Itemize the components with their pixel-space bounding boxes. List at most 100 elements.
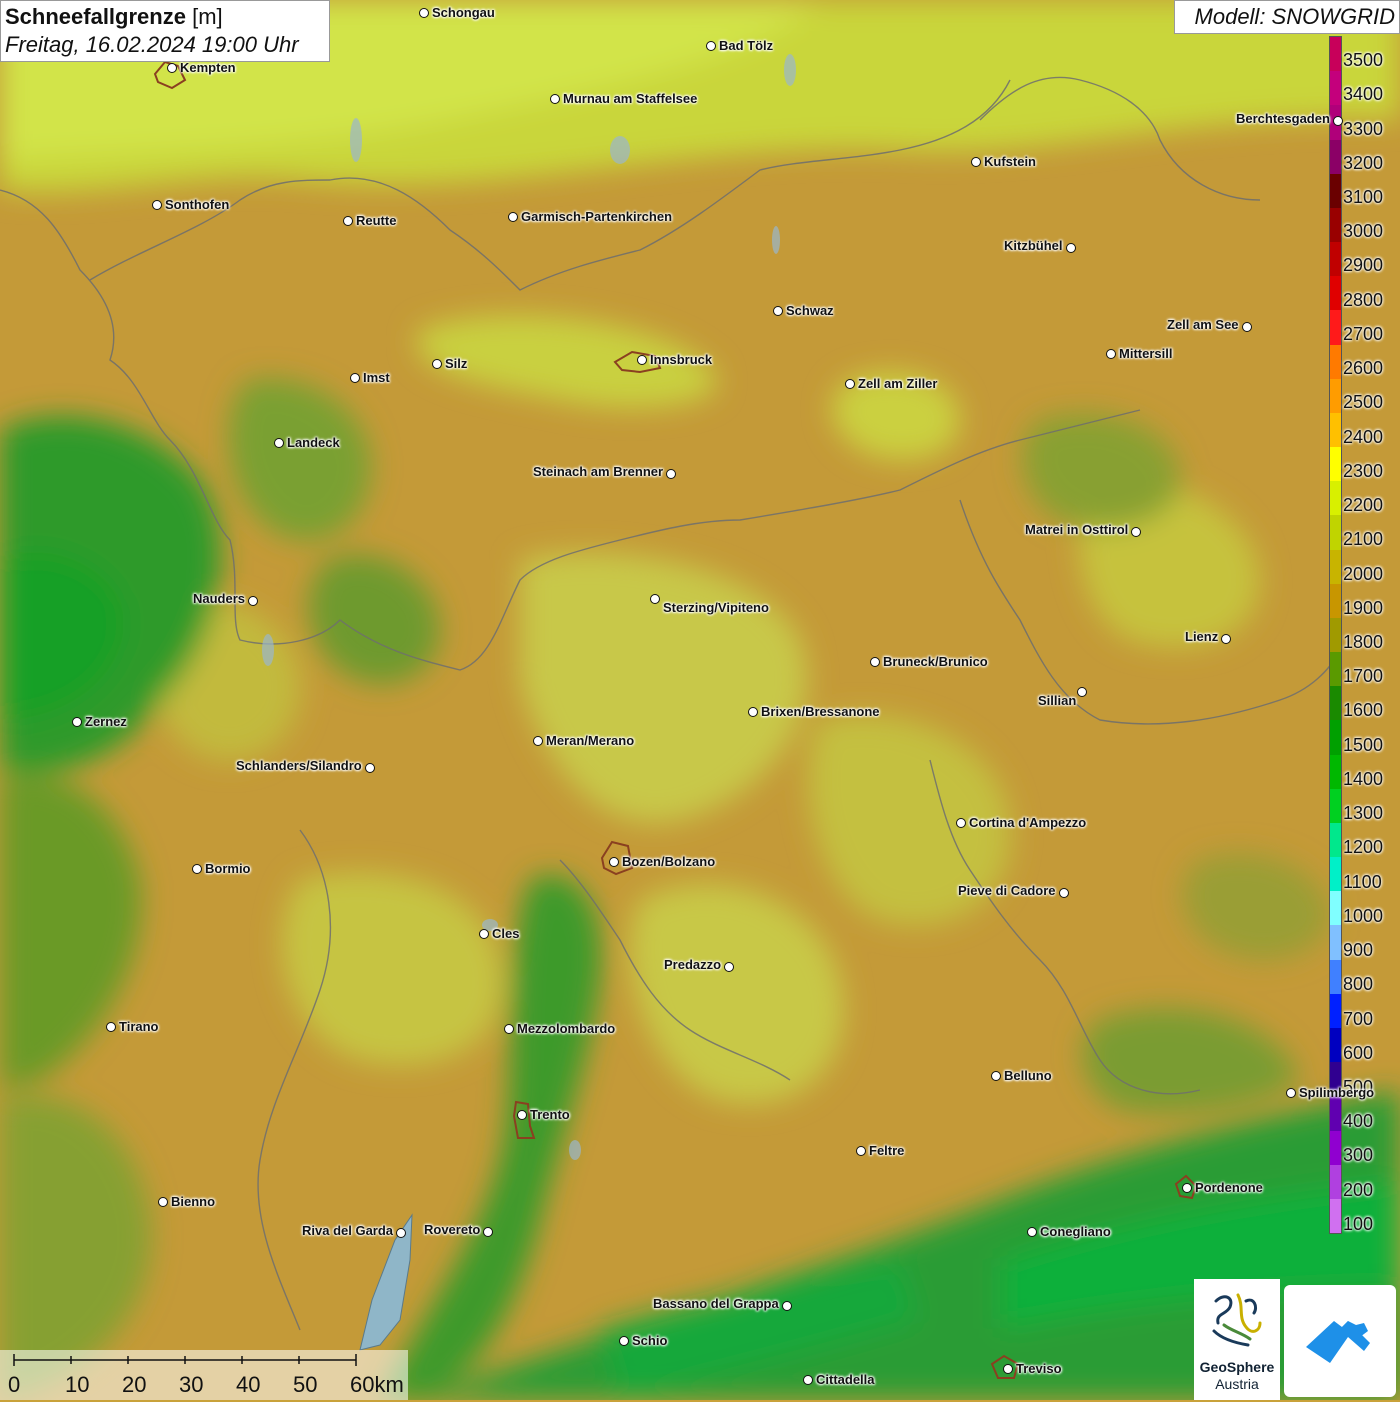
city-label: Murnau am Staffelsee (563, 91, 698, 106)
city-label: Matrei in Osttirol (1025, 522, 1129, 537)
city-dot-icon (870, 657, 880, 667)
city-label: Meran/Merano (546, 733, 635, 748)
city-label: Tirano (119, 1019, 159, 1034)
city-dot-icon (479, 929, 489, 939)
legend-label: 2200 (1343, 495, 1384, 516)
legend-label: 2700 (1343, 323, 1384, 344)
city-label: Bruneck/Brunico (883, 654, 988, 669)
legend-label: 600 (1343, 1042, 1374, 1063)
legend-label: 1500 (1343, 734, 1384, 755)
legend-swatch (1330, 686, 1341, 721)
city-label: Bozen/Bolzano (622, 854, 716, 869)
city-dot-icon (396, 1228, 406, 1238)
city-dot-icon (991, 1071, 1001, 1081)
city-label: Conegliano (1040, 1224, 1111, 1239)
city-label: Zernez (85, 714, 127, 729)
legend-swatch (1330, 754, 1341, 789)
city-dot-icon (956, 818, 966, 828)
city-label: Zell am See (1167, 317, 1239, 332)
map-datetime: Freitag, 16.02.2024 19:00 Uhr (5, 32, 299, 57)
scale-label: 0 (8, 1372, 21, 1397)
city-dot-icon (637, 355, 647, 365)
city-label: Bad Tölz (719, 38, 774, 53)
city-label: Feltre (869, 1143, 905, 1158)
legend-label: 1600 (1343, 700, 1384, 721)
city-label: Kempten (180, 60, 236, 75)
city-label: Schongau (432, 5, 495, 20)
legend-label: 700 (1343, 1008, 1374, 1029)
city-label: Schlanders/Silandro (236, 758, 362, 773)
city-dot-icon (773, 306, 783, 316)
scale-bar: 0 10 20 30 40 50 60km (0, 1350, 408, 1400)
city-dot-icon (419, 8, 429, 18)
legend-label: 3100 (1343, 187, 1384, 208)
legend-label: 2100 (1343, 529, 1384, 550)
legend-label: 1400 (1343, 768, 1384, 789)
legend-swatch (1330, 481, 1341, 516)
legend-label: 2300 (1343, 460, 1384, 481)
geosphere-swirl-icon (1212, 1293, 1262, 1347)
city-dot-icon (192, 864, 202, 874)
city-dot-icon (167, 63, 177, 73)
snowgrid-app-logo[interactable] (1284, 1285, 1396, 1397)
legend-swatch (1330, 720, 1341, 755)
city-label: Treviso (1016, 1361, 1062, 1376)
legend-swatch (1330, 993, 1341, 1028)
city-dot-icon (971, 157, 981, 167)
legend-label: 3500 (1343, 50, 1384, 71)
legend-swatch (1330, 959, 1341, 994)
city-dot-icon (724, 962, 734, 972)
city-dot-icon (343, 216, 353, 226)
legend-label: 1800 (1343, 632, 1384, 652)
map-title-box: Schneefallgrenze [m] Freitag, 16.02.2024… (0, 0, 330, 62)
city-label: Spilimbergo (1299, 1085, 1375, 1100)
city-label: Zell am Ziller (858, 376, 938, 391)
city-dot-icon (1131, 527, 1141, 537)
city-dot-icon (1106, 349, 1116, 359)
color-legend: 3500 3400 3300 3200 3100 3000 2900 2800 2700 2600… (1329, 36, 1400, 1234)
city-label: Kitzbühel (1004, 238, 1063, 253)
legend-label: 800 (1343, 974, 1374, 995)
geosphere-austria-logo[interactable]: GeoSphere Austria (1194, 1279, 1280, 1400)
city-dot-icon (1066, 243, 1076, 253)
scale-label: 60km (350, 1372, 404, 1397)
legend-swatch (1330, 276, 1341, 311)
city-dot-icon (856, 1146, 866, 1156)
title-unit: [m] (192, 4, 223, 29)
city-dot-icon (845, 379, 855, 389)
city-dot-icon (706, 41, 716, 51)
legend-label: 2000 (1343, 563, 1384, 584)
city-dot-icon (1077, 687, 1087, 697)
scale-label: 40 (236, 1372, 261, 1397)
city-dot-icon (533, 736, 543, 746)
city-dot-icon (666, 469, 676, 479)
legend-label: 400 (1343, 1111, 1374, 1132)
legend-swatch (1330, 891, 1341, 926)
city-label: Garmisch-Partenkirchen (521, 209, 673, 224)
legend-swatch (1330, 652, 1341, 687)
city-label: Silz (445, 356, 468, 371)
city-label: Landeck (287, 435, 340, 450)
city-dot-icon (483, 1227, 493, 1237)
legend-swatch (1330, 378, 1341, 413)
scale-label: 30 (179, 1372, 204, 1397)
city-dot-icon (1027, 1227, 1037, 1237)
legend-label: 3300 (1343, 118, 1384, 139)
legend-swatch (1330, 71, 1341, 106)
scale-label: 20 (122, 1372, 147, 1397)
city-dot-icon (517, 1110, 527, 1120)
city-label: Mittersill (1119, 346, 1173, 361)
legend-label: 3000 (1343, 221, 1384, 242)
city-dot-icon (106, 1022, 116, 1032)
city-label: Schwaz (786, 303, 834, 318)
city-label: Riva del Garda (302, 1223, 394, 1238)
city-dot-icon (1059, 888, 1069, 898)
legend-label: 900 (1343, 940, 1374, 961)
city-dot-icon (158, 1197, 168, 1207)
city-label: Belluno (1004, 1068, 1052, 1083)
city-dot-icon (803, 1375, 813, 1385)
legend-label: 3200 (1343, 152, 1384, 173)
city-label: Sillian (1038, 693, 1077, 708)
city-label: Cittadella (816, 1372, 875, 1387)
city-dot-icon (782, 1301, 792, 1311)
